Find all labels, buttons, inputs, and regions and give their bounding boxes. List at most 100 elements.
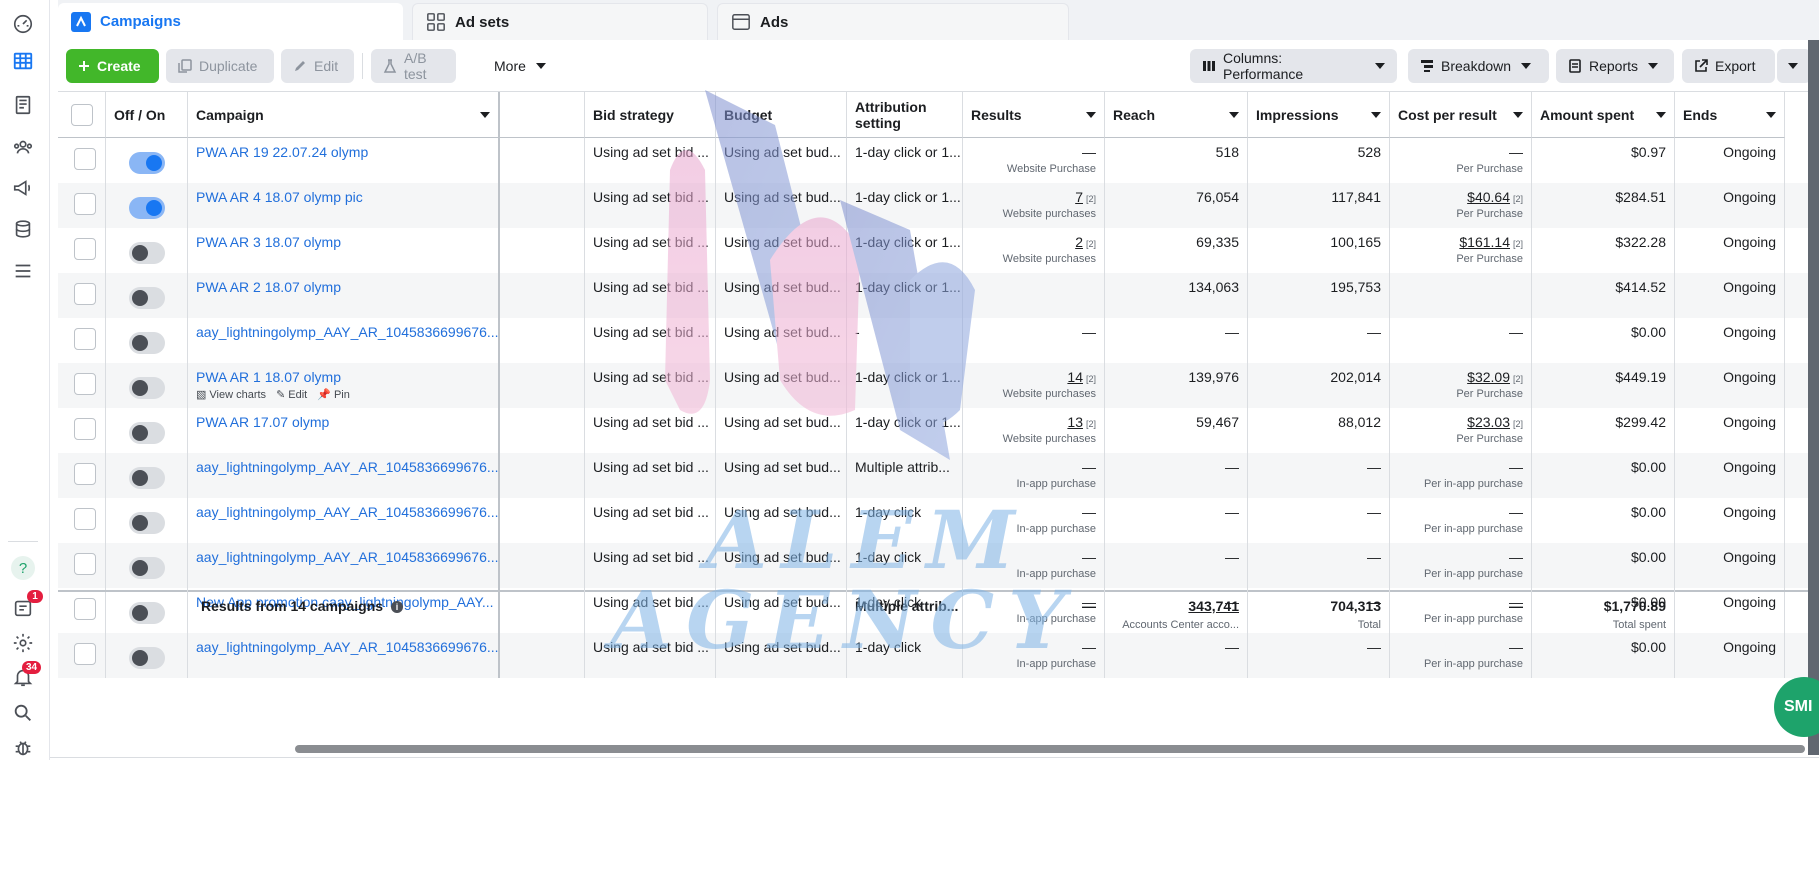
vertical-scrollbar[interactable] [1808,40,1819,755]
column-header-budget[interactable]: Budget [716,92,847,138]
row-checkbox[interactable] [74,328,96,350]
dashboard-gauge-icon[interactable] [11,12,35,36]
sort-caret-icon[interactable] [480,111,490,118]
cpr-value[interactable]: $23.03 [1467,414,1510,430]
sort-caret-icon[interactable] [1229,111,1239,118]
view-charts-link[interactable]: ▧ View charts [196,388,266,402]
columns-dropdown[interactable]: Columns: Performance [1190,49,1397,83]
campaign-on-off-toggle[interactable] [128,512,165,534]
column-header-attribution[interactable]: Attribution setting [847,92,963,138]
sort-caret-icon[interactable] [1371,111,1381,118]
audiences-icon[interactable] [11,135,35,159]
row-checkbox[interactable] [74,238,96,260]
campaign-on-off-toggle[interactable] [128,287,165,309]
chat-widget-button[interactable]: SMI [1774,677,1819,737]
tab-ad-sets[interactable]: Ad sets [412,3,708,40]
results-value[interactable]: 7 [1075,189,1083,205]
sort-caret-icon[interactable] [1513,111,1523,118]
campaign-on-off-toggle[interactable] [128,197,165,219]
column-header-results[interactable]: Results [963,92,1105,138]
edit-button[interactable]: Edit [281,49,354,83]
reports-dropdown[interactable]: Reports [1556,49,1674,83]
row-checkbox[interactable] [74,148,96,170]
campaign-name-link[interactable]: aay_lightningolymp_AAY_AR_1045836699676.… [196,459,498,475]
pages-icon[interactable] [11,93,35,117]
megaphone-icon[interactable] [11,176,35,200]
sort-caret-icon[interactable] [1086,111,1096,118]
settings-gear-icon[interactable] [11,631,35,655]
table-row[interactable]: PWA AR 1 18.07 olymp ▧ View charts ✎ Edit 📌 Pi… [58,363,1819,408]
cpr-value[interactable]: $161.14 [1459,234,1510,250]
duplicate-button[interactable]: Duplicate [166,49,274,83]
table-row[interactable]: aay_lightningolymp_AAY_AR_1045836699676.… [58,453,1819,498]
column-header-campaign[interactable]: Campaign [188,92,500,138]
footer-reach-value[interactable]: 343,741 [1113,598,1239,614]
help-icon[interactable]: ? [11,556,35,580]
tab-campaigns[interactable]: Campaigns [58,3,403,40]
bug-report-icon[interactable] [11,736,35,760]
campaign-name-link[interactable]: PWA AR 19 22.07.24 olymp [196,144,368,160]
row-checkbox[interactable] [74,418,96,440]
campaigns-table-icon[interactable] [11,49,35,73]
sort-caret-icon[interactable] [1766,111,1776,118]
breakdown-dropdown[interactable]: Breakdown [1408,49,1549,83]
row-checkbox[interactable] [74,553,96,575]
billing-stack-icon[interactable] [11,217,35,241]
campaign-name-link[interactable]: aay_lightningolymp_AAY_AR_1045836699676.… [196,549,498,565]
search-icon[interactable] [11,701,35,725]
cpr-value[interactable]: $40.64 [1467,189,1510,205]
campaign-name-link[interactable]: PWA AR 17.07 olymp [196,414,329,430]
results-value[interactable]: 14 [1067,369,1083,385]
more-dropdown[interactable]: More [482,49,562,83]
tab-ads[interactable]: Ads [717,3,1069,40]
campaign-name-link[interactable]: PWA AR 1 18.07 olymp [196,369,341,385]
results-value[interactable]: 13 [1067,414,1083,430]
campaign-on-off-toggle[interactable] [128,377,165,399]
row-checkbox[interactable] [74,643,96,665]
table-row[interactable]: PWA AR 4 18.07 olymp pic Using ad set bid… [58,183,1819,228]
menu-icon[interactable] [11,259,35,283]
column-header-cost-per-result[interactable]: Cost per result [1390,92,1532,138]
horizontal-scrollbar[interactable] [295,745,1805,753]
table-row[interactable]: PWA AR 17.07 olymp Using ad set bid ... Us… [58,408,1819,453]
table-row[interactable]: aay_lightningolymp_AAY_AR_1045836699676.… [58,318,1819,363]
campaign-on-off-toggle[interactable] [128,332,165,354]
row-checkbox[interactable] [74,373,96,395]
pin-link[interactable]: 📌 Pin [317,388,350,402]
campaign-on-off-toggle[interactable] [128,557,165,579]
campaign-on-off-toggle[interactable] [128,152,165,174]
campaign-on-off-toggle[interactable] [128,467,165,489]
row-checkbox[interactable] [74,508,96,530]
table-row[interactable]: PWA AR 2 18.07 olymp Using ad set bid ...… [58,273,1819,318]
cpr-value[interactable]: $32.09 [1467,369,1510,385]
ab-test-button[interactable]: A/B test [371,49,456,83]
export-button[interactable]: Export [1682,49,1775,83]
column-header-bid-strategy[interactable]: Bid strategy [585,92,716,138]
row-checkbox[interactable] [74,463,96,485]
results-value[interactable]: 2 [1075,234,1083,250]
column-header-amount-spent[interactable]: Amount spent [1532,92,1675,138]
edit-link[interactable]: ✎ Edit [276,388,307,402]
row-checkbox[interactable] [74,193,96,215]
export-options-dropdown[interactable] [1777,49,1811,83]
row-checkbox[interactable] [74,283,96,305]
campaign-name-link[interactable]: aay_lightningolymp_AAY_AR_1045836699676.… [196,324,498,340]
campaign-on-off-toggle[interactable] [128,647,165,669]
table-row[interactable]: aay_lightningolymp_AAY_AR_1045836699676.… [58,543,1819,588]
create-button[interactable]: Create [66,49,159,83]
table-row[interactable]: aay_lightningolymp_AAY_AR_1045836699676.… [58,498,1819,543]
campaign-on-off-toggle[interactable] [128,422,165,444]
campaign-name-link[interactable]: PWA AR 2 18.07 olymp [196,279,341,295]
column-header-impressions[interactable]: Impressions [1248,92,1390,138]
campaign-name-link[interactable]: PWA AR 3 18.07 olymp [196,234,341,250]
table-row[interactable]: PWA AR 3 18.07 olymp Using ad set bid ...… [58,228,1819,273]
campaign-name-link[interactable]: PWA AR 4 18.07 olymp pic [196,189,363,205]
sort-caret-icon[interactable] [1656,111,1666,118]
column-header-ends[interactable]: Ends [1675,92,1785,138]
column-header-off-on[interactable]: Off / On [106,92,188,138]
select-all-checkbox[interactable] [70,103,93,126]
column-header-reach[interactable]: Reach [1105,92,1248,138]
info-icon[interactable]: i [390,601,403,614]
campaign-name-link[interactable]: aay_lightningolymp_AAY_AR_1045836699676.… [196,504,498,520]
campaign-on-off-toggle[interactable] [128,242,165,264]
